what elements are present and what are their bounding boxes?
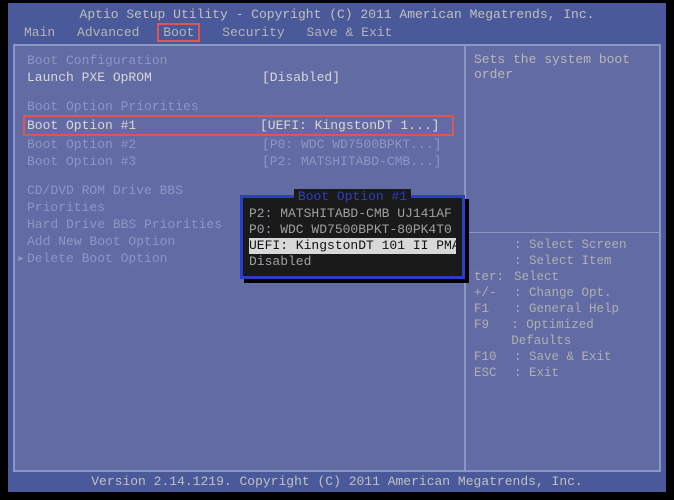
hk-enter-k: ter:	[474, 269, 514, 285]
boot-option-popup: Boot Option #1 P2: MATSHITABD-CMB UJ141A…	[240, 195, 465, 279]
help-keys: : Select Screen : Select Item ter:Select…	[474, 232, 651, 381]
popup-option-2[interactable]: UEFI: KingstonDT 101 II PMAP	[249, 238, 456, 254]
hk-f1: : General Help	[514, 301, 619, 317]
hdd-bbs[interactable]: Hard Drive BBS Priorities	[27, 216, 262, 233]
menu-save-exit[interactable]: Save & Exit	[307, 25, 393, 40]
hk-esc: : Exit	[514, 365, 559, 381]
boot-option-3-value: [P2: MATSHITABD-CMB...]	[262, 153, 441, 170]
priorities-heading: Boot Option Priorities	[27, 98, 262, 115]
boot-option-2-label: Boot Option #2	[27, 136, 262, 153]
title-bar: Aptio Setup Utility - Copyright (C) 2011…	[8, 3, 666, 23]
arrow-icon: ▸	[17, 250, 25, 267]
hk-enter: Select	[514, 269, 559, 285]
popup-option-0[interactable]: P2: MATSHITABD-CMB UJ141AF	[249, 206, 456, 222]
hk-plusminus-k: +/-	[474, 285, 514, 301]
boot-option-3[interactable]: Boot Option #3 [P2: MATSHITABD-CMB...]	[27, 153, 454, 170]
boot-option-2-value: [P0: WDC WD7500BPKT...]	[262, 136, 441, 153]
hk-f9-k: F9	[474, 317, 511, 349]
hk-item: : Select Item	[514, 253, 612, 269]
add-boot-option[interactable]: Add New Boot Option	[27, 233, 262, 250]
popup-option-1[interactable]: P0: WDC WD7500BPKT-80PK4T0	[249, 222, 456, 238]
boot-option-2[interactable]: Boot Option #2 [P0: WDC WD7500BPKT...]	[27, 136, 454, 153]
boot-option-1-value: [UEFI: KingstonDT 1...]	[260, 117, 439, 134]
hk-f10: : Save & Exit	[514, 349, 612, 365]
cddvd-bbs[interactable]: CD/DVD ROM Drive BBS Priorities	[27, 182, 262, 216]
pxe-label[interactable]: Launch PXE OpROM	[27, 69, 262, 86]
menu-main[interactable]: Main	[24, 25, 55, 40]
hk-plusminus: : Change Opt.	[514, 285, 612, 301]
menu-advanced[interactable]: Advanced	[77, 25, 139, 40]
boot-option-1-label: Boot Option #1	[27, 117, 260, 134]
hk-esc-k: ESC	[474, 365, 514, 381]
menu-security[interactable]: Security	[222, 25, 284, 40]
hk-screen: : Select Screen	[514, 237, 627, 253]
footer: Version 2.14.1219. Copyright (C) 2011 Am…	[13, 472, 661, 492]
hk-f9: : Optimized Defaults	[511, 317, 651, 349]
boot-option-1[interactable]: Boot Option #1 [UEFI: KingstonDT 1...]	[23, 115, 454, 136]
popup-title: Boot Option #1	[294, 189, 411, 204]
hk-f1-k: F1	[474, 301, 514, 317]
delete-boot-option[interactable]: Delete Boot Option	[27, 250, 262, 267]
right-pane: Sets the system boot order : Select Scre…	[464, 46, 659, 470]
hk-f10-k: F10	[474, 349, 514, 365]
menu-boot[interactable]: Boot	[157, 23, 200, 42]
popup-option-3[interactable]: Disabled	[249, 254, 456, 270]
menu-bar: Main Advanced Boot Security Save & Exit	[8, 23, 666, 44]
pxe-value[interactable]: [Disabled]	[262, 69, 340, 86]
help-text: Sets the system boot order	[474, 52, 651, 82]
boot-option-3-label: Boot Option #3	[27, 153, 262, 170]
boot-config-heading: Boot Configuration	[27, 52, 262, 69]
